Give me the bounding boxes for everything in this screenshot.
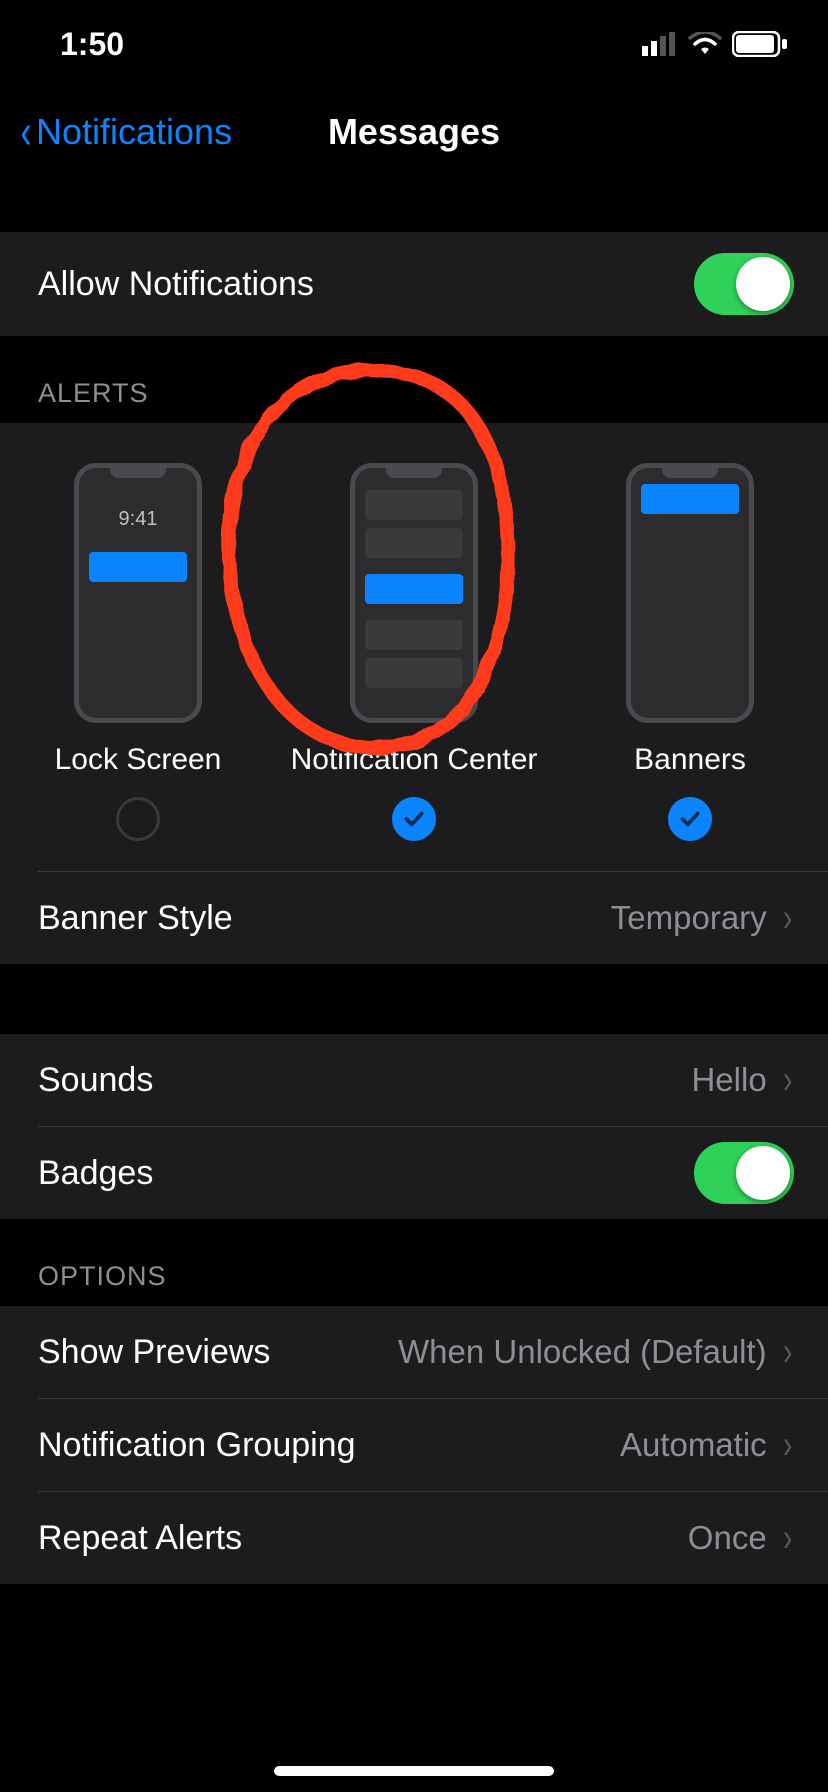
alert-label: Lock Screen: [55, 743, 222, 777]
show-previews-label: Show Previews: [38, 1333, 270, 1372]
status-time: 1:50: [60, 26, 124, 63]
alert-checkbox-banners[interactable]: [668, 797, 712, 841]
sounds-row[interactable]: Sounds Hello ›: [0, 1034, 828, 1126]
chevron-right-icon: ›: [783, 1058, 792, 1103]
sounds-label: Sounds: [38, 1061, 153, 1100]
spacer: [0, 964, 828, 1034]
repeat-label: Repeat Alerts: [38, 1519, 242, 1558]
show-previews-value: When Unlocked (Default): [398, 1333, 767, 1371]
alerts-header: ALERTS: [0, 336, 828, 423]
banner-style-value: Temporary: [611, 899, 767, 937]
notification-grouping-row[interactable]: Notification Grouping Automatic ›: [0, 1399, 828, 1491]
chevron-right-icon: ›: [783, 1423, 792, 1468]
allow-label: Allow Notifications: [38, 265, 314, 304]
grouping-label: Notification Grouping: [38, 1426, 356, 1465]
banner-style-row[interactable]: Banner Style Temporary ›: [0, 872, 828, 964]
banner-style-label: Banner Style: [38, 899, 233, 938]
badges-label: Badges: [38, 1154, 153, 1193]
chevron-right-icon: ›: [783, 1330, 792, 1375]
alert-label: Notification Center: [291, 743, 538, 777]
chevron-right-icon: ›: [783, 896, 792, 941]
chevron-left-icon: ‹: [20, 105, 31, 160]
alert-checkbox-lock-screen[interactable]: [116, 797, 160, 841]
nav-bar: ‹ Notifications Messages: [0, 88, 828, 176]
sounds-badges-group: Sounds Hello › Badges: [0, 1034, 828, 1219]
battery-icon: [732, 31, 788, 57]
options-group: Show Previews When Unlocked (Default) › …: [0, 1306, 828, 1584]
status-indicators: [642, 31, 788, 57]
badges-switch[interactable]: [694, 1142, 794, 1204]
options-header: OPTIONS: [0, 1219, 828, 1306]
home-indicator[interactable]: [274, 1766, 554, 1776]
sounds-value: Hello: [691, 1061, 766, 1099]
allow-notifications-switch[interactable]: [694, 253, 794, 315]
alert-option-lock-screen[interactable]: 9:41 Lock Screen: [18, 463, 258, 841]
banner-style-group: Banner Style Temporary ›: [0, 871, 828, 964]
banners-preview-icon: [626, 463, 754, 723]
allow-group: Allow Notifications: [0, 232, 828, 336]
spacer: [0, 176, 828, 232]
repeat-value: Once: [688, 1519, 767, 1557]
chevron-right-icon: ›: [783, 1516, 792, 1561]
alert-option-notification-center[interactable]: Notification Center: [294, 463, 534, 841]
back-button[interactable]: ‹ Notifications: [0, 105, 232, 160]
notification-center-preview-icon: [350, 463, 478, 723]
alerts-panel: 9:41 Lock Screen Notification Center: [0, 423, 828, 871]
back-label: Notifications: [36, 111, 232, 153]
badges-row[interactable]: Badges: [0, 1127, 828, 1219]
cellular-icon: [642, 32, 678, 56]
allow-notifications-row[interactable]: Allow Notifications: [0, 232, 828, 336]
status-bar: 1:50: [0, 0, 828, 88]
grouping-value: Automatic: [620, 1426, 767, 1464]
show-previews-row[interactable]: Show Previews When Unlocked (Default) ›: [0, 1306, 828, 1398]
alert-option-banners[interactable]: Banners: [570, 463, 810, 841]
repeat-alerts-row[interactable]: Repeat Alerts Once ›: [0, 1492, 828, 1584]
alert-label: Banners: [634, 743, 746, 777]
lock-screen-preview-icon: 9:41: [74, 463, 202, 723]
alert-checkbox-notification-center[interactable]: [392, 797, 436, 841]
wifi-icon: [688, 32, 722, 56]
